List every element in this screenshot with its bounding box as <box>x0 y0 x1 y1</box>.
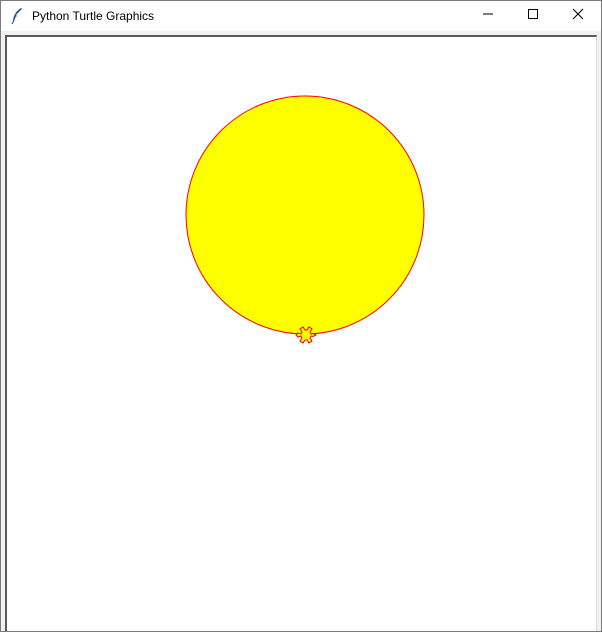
turtle-window: Python Turtle Graphics <box>0 0 602 632</box>
feather-icon <box>10 7 24 25</box>
maximize-icon <box>527 7 539 25</box>
canvas-drawing <box>185 95 425 344</box>
maximize-button[interactable] <box>510 1 556 31</box>
close-button[interactable] <box>555 1 601 31</box>
minimize-button[interactable] <box>465 1 511 31</box>
title-bar[interactable]: Python Turtle Graphics <box>1 1 601 31</box>
drawn-circle <box>185 95 425 335</box>
minimize-icon <box>482 7 494 25</box>
turtle-canvas[interactable] <box>5 35 597 631</box>
window-title: Python Turtle Graphics <box>32 9 155 23</box>
close-icon <box>572 7 584 25</box>
